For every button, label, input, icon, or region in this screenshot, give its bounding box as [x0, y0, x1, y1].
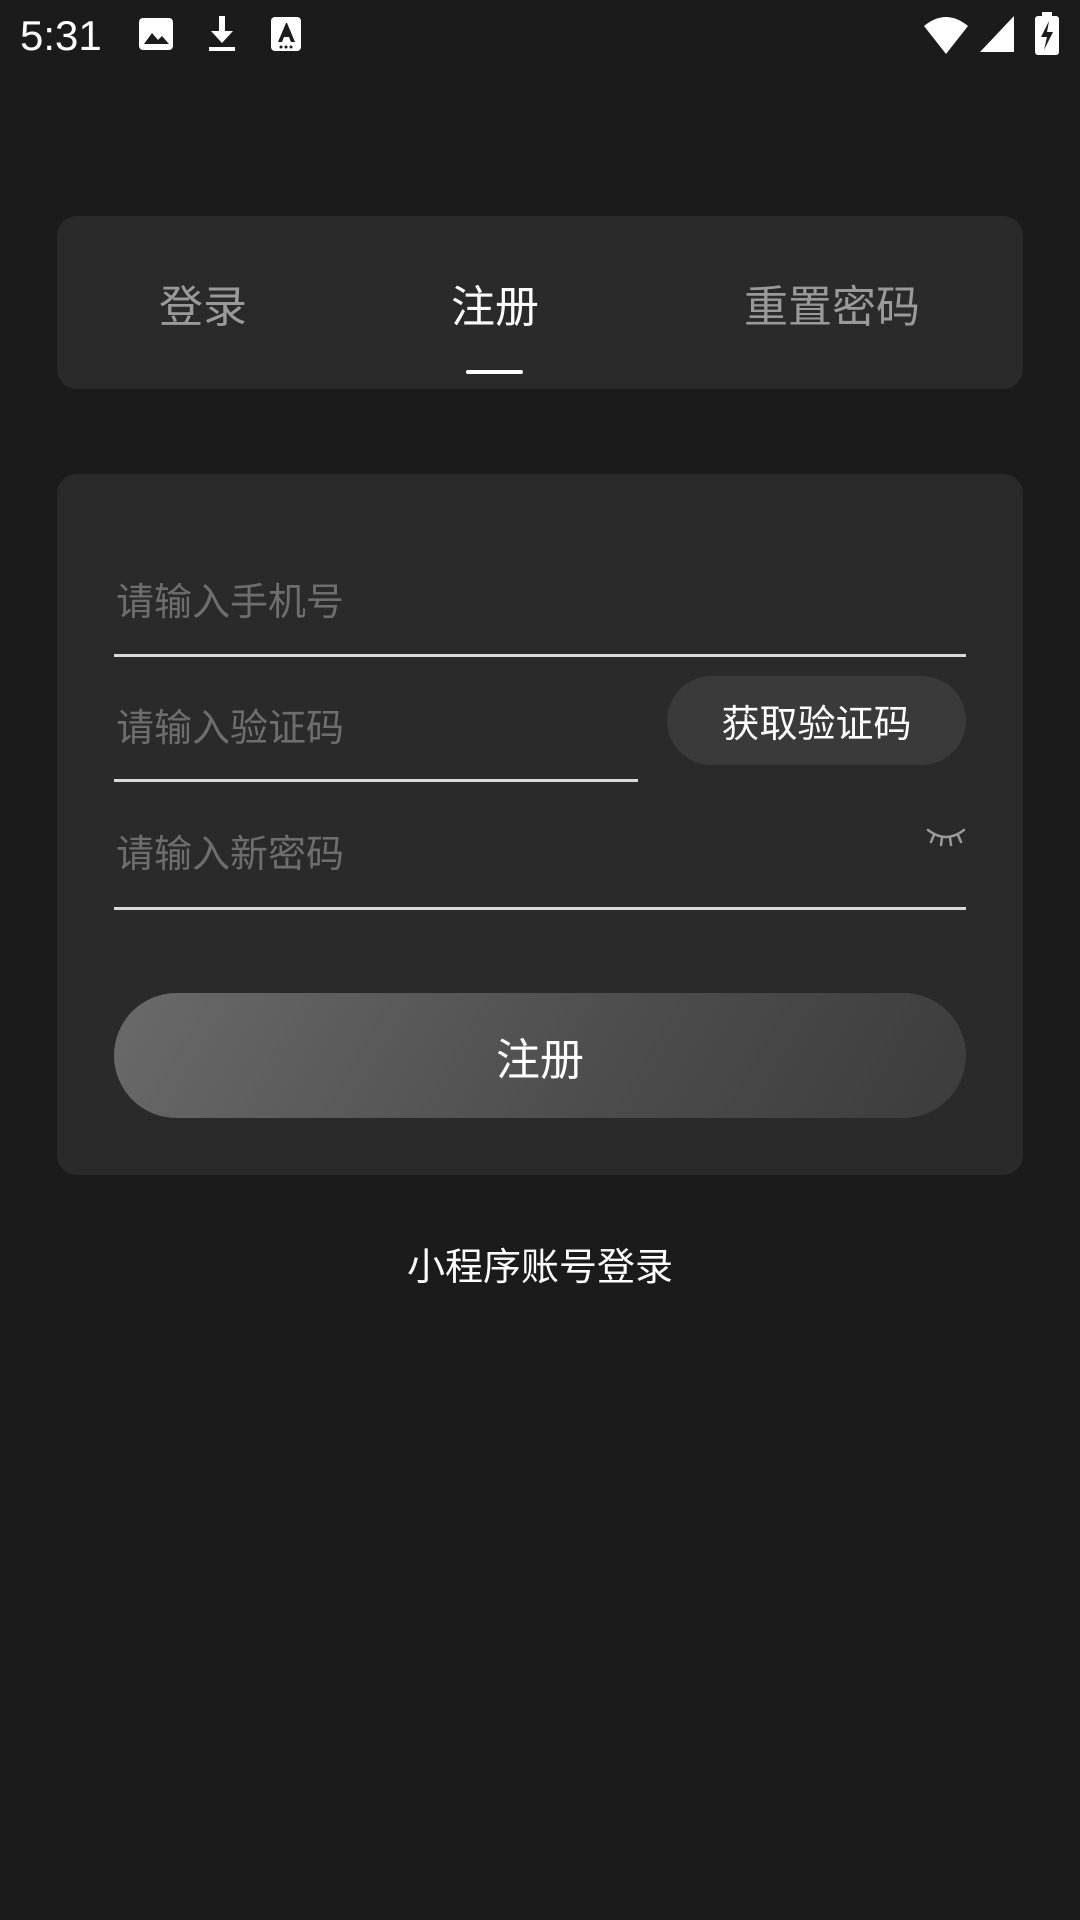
phone-input[interactable]	[114, 550, 966, 654]
tab-reset-password[interactable]: 重置密码	[712, 216, 952, 389]
battery-charging-icon	[1035, 12, 1059, 55]
eye-closed-icon[interactable]	[925, 822, 967, 850]
password-field	[114, 800, 966, 910]
get-code-button[interactable]: 获取验证码	[667, 676, 966, 765]
download-icon	[209, 16, 235, 51]
status-bar: 5:31	[0, 0, 1080, 72]
cell-signal-icon	[980, 16, 1014, 52]
tab-reset-password-label: 重置密码	[744, 281, 920, 333]
wifi-icon	[924, 17, 968, 54]
image-icon	[139, 18, 173, 50]
status-time: 5:31	[20, 12, 102, 59]
code-field	[114, 676, 638, 782]
tab-login-label: 登录	[159, 281, 247, 333]
active-tab-indicator	[466, 370, 523, 374]
mini-program-login-link[interactable]: 小程序账号登录	[0, 1236, 1080, 1291]
text-recognition-icon	[271, 17, 301, 51]
tab-register[interactable]: 注册	[410, 216, 580, 389]
tab-login[interactable]: 登录	[120, 216, 286, 389]
phone-field	[114, 550, 966, 657]
register-submit-button[interactable]: 注册	[114, 993, 966, 1118]
new-password-input[interactable]	[114, 800, 966, 907]
tab-register-label: 注册	[451, 281, 539, 333]
verification-code-input[interactable]	[114, 676, 638, 779]
